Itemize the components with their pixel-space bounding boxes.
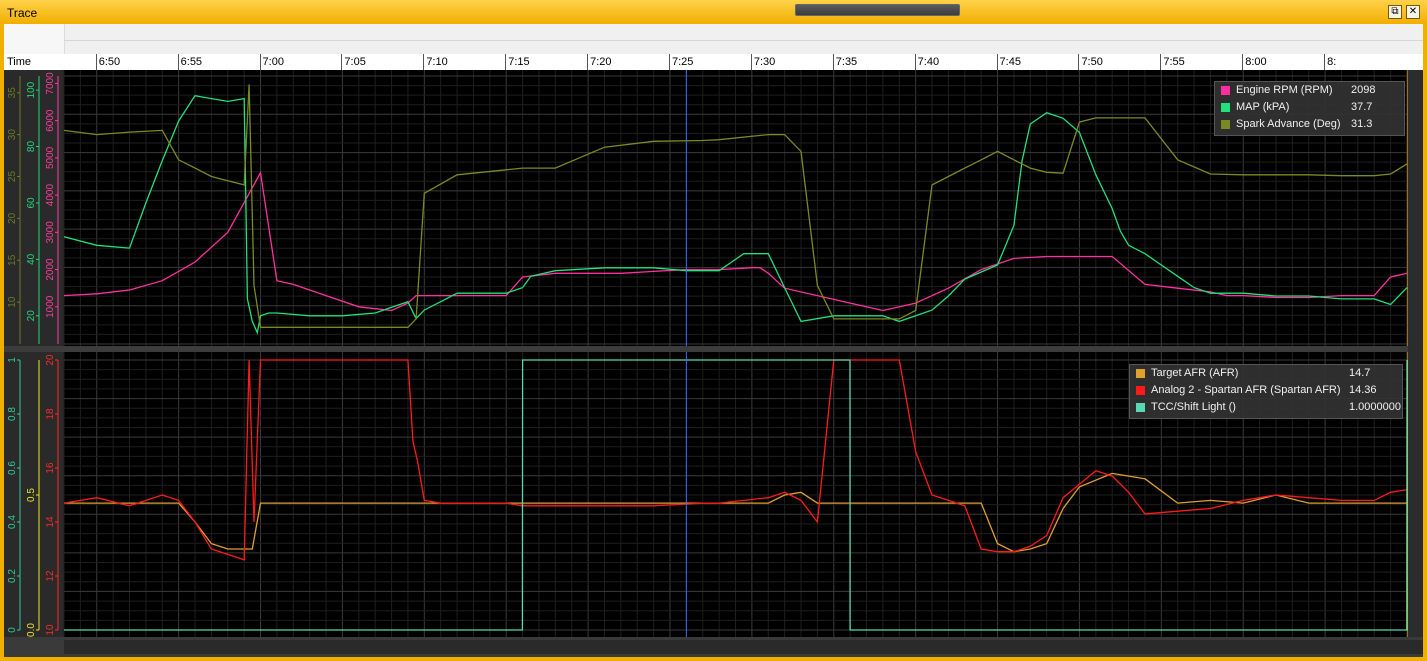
legend-entry[interactable]: TCC/Shift Light () 1.0000000 — [1130, 399, 1402, 416]
y-tick-label: 100 — [26, 81, 37, 98]
legend-swatch — [1136, 386, 1145, 395]
y-tick-label: 80 — [26, 141, 37, 153]
panel-splitter — [4, 346, 1423, 352]
legend-series-value: 2098 — [1351, 84, 1376, 96]
legend-series-value: 1.0000000 — [1349, 401, 1401, 413]
legend-series-name: TCC/Shift Light () — [1151, 401, 1236, 413]
legend-series-value: 37.7 — [1351, 101, 1373, 113]
legend-series-value: 31.3 — [1351, 118, 1373, 130]
scroll-track[interactable] — [64, 640, 1423, 654]
y-tick-label: 35 — [7, 87, 18, 99]
vertical-scrollbar[interactable] — [1408, 70, 1423, 637]
legend-series-value: 14.36 — [1349, 384, 1377, 396]
legend-entry[interactable]: Target AFR (AFR) 14.7 — [1130, 365, 1402, 382]
y-tick-label: 0.0 — [26, 623, 37, 637]
legend-entry[interactable]: Spark Advance (Deg) 31.3 — [1215, 116, 1404, 133]
legend-swatch — [1221, 103, 1230, 112]
y-tick-label: 60 — [26, 197, 37, 209]
y-tick-label: 4000 — [45, 184, 56, 207]
trace-charts[interactable]: 1015202530352040608010010002000300040005… — [0, 0, 1427, 661]
y-tick-label: 20 — [26, 310, 37, 322]
y-tick-label: 10 — [45, 624, 56, 636]
legend-swatch — [1221, 86, 1230, 95]
scroll-thumb[interactable] — [795, 4, 960, 16]
y-tick-label: 14 — [45, 516, 56, 528]
legend-series-name: MAP (kPA) — [1236, 101, 1290, 113]
y-tick-label: 7000 — [45, 72, 56, 95]
y-tick-label: 0.8 — [7, 407, 18, 421]
y-tick-label: 0.2 — [7, 569, 18, 583]
legend-entry[interactable]: MAP (kPA) 37.7 — [1215, 99, 1404, 116]
legend-swatch — [1136, 369, 1145, 378]
legend-bottom[interactable]: Target AFR (AFR) 14.7 Analog 2 - Spartan A… — [1129, 364, 1403, 419]
y-tick-label: 0.4 — [7, 515, 18, 529]
y-tick-label: 0.6 — [7, 461, 18, 475]
y-tick-label: 5000 — [45, 146, 56, 169]
y-tick-label: 18 — [45, 408, 56, 420]
legend-top[interactable]: Engine RPM (RPM) 2098 MAP (kPA) 37.7 Spark A… — [1214, 81, 1405, 136]
y-tick-label: 20 — [7, 212, 18, 224]
y-tick-label: 16 — [45, 462, 56, 474]
y-tick-label: 30 — [7, 129, 18, 141]
legend-series-name: Engine RPM (RPM) — [1236, 84, 1333, 96]
legend-entry[interactable]: Engine RPM (RPM) 2098 — [1215, 82, 1404, 99]
y-tick-label: 0 — [7, 627, 18, 633]
y-tick-label: 1000 — [45, 295, 56, 318]
legend-series-value: 14.7 — [1349, 367, 1371, 379]
y-tick-label: 40 — [26, 253, 37, 265]
y-tick-label: 12 — [45, 570, 56, 582]
legend-swatch — [1136, 403, 1145, 412]
y-tick-label: 0.5 — [26, 488, 37, 502]
y-tick-label: 2000 — [45, 258, 56, 281]
legend-series-name: Target AFR (AFR) — [1151, 367, 1239, 379]
y-tick-label: 20 — [45, 354, 56, 366]
legend-series-name: Analog 2 - Spartan AFR (Spartan AFR) — [1151, 384, 1341, 396]
legend-swatch — [1221, 120, 1230, 129]
y-tick-label: 25 — [7, 171, 18, 183]
y-tick-label: 15 — [7, 254, 18, 266]
legend-series-name: Spark Advance (Deg) — [1236, 118, 1341, 130]
y-tick-label: 10 — [7, 296, 18, 308]
y-tick-label: 3000 — [45, 221, 56, 244]
horizontal-scrollbar[interactable] — [4, 637, 1423, 657]
trace-window: Trace ⧉ ✕ Time 6:50 6:55 7:00 7:05 7:10 7:15 7… — [0, 0, 1427, 661]
legend-entry[interactable]: Analog 2 - Spartan AFR (Spartan AFR) 14.3… — [1130, 382, 1402, 399]
y-tick-label: 1 — [7, 357, 18, 363]
y-tick-label: 6000 — [45, 109, 56, 132]
